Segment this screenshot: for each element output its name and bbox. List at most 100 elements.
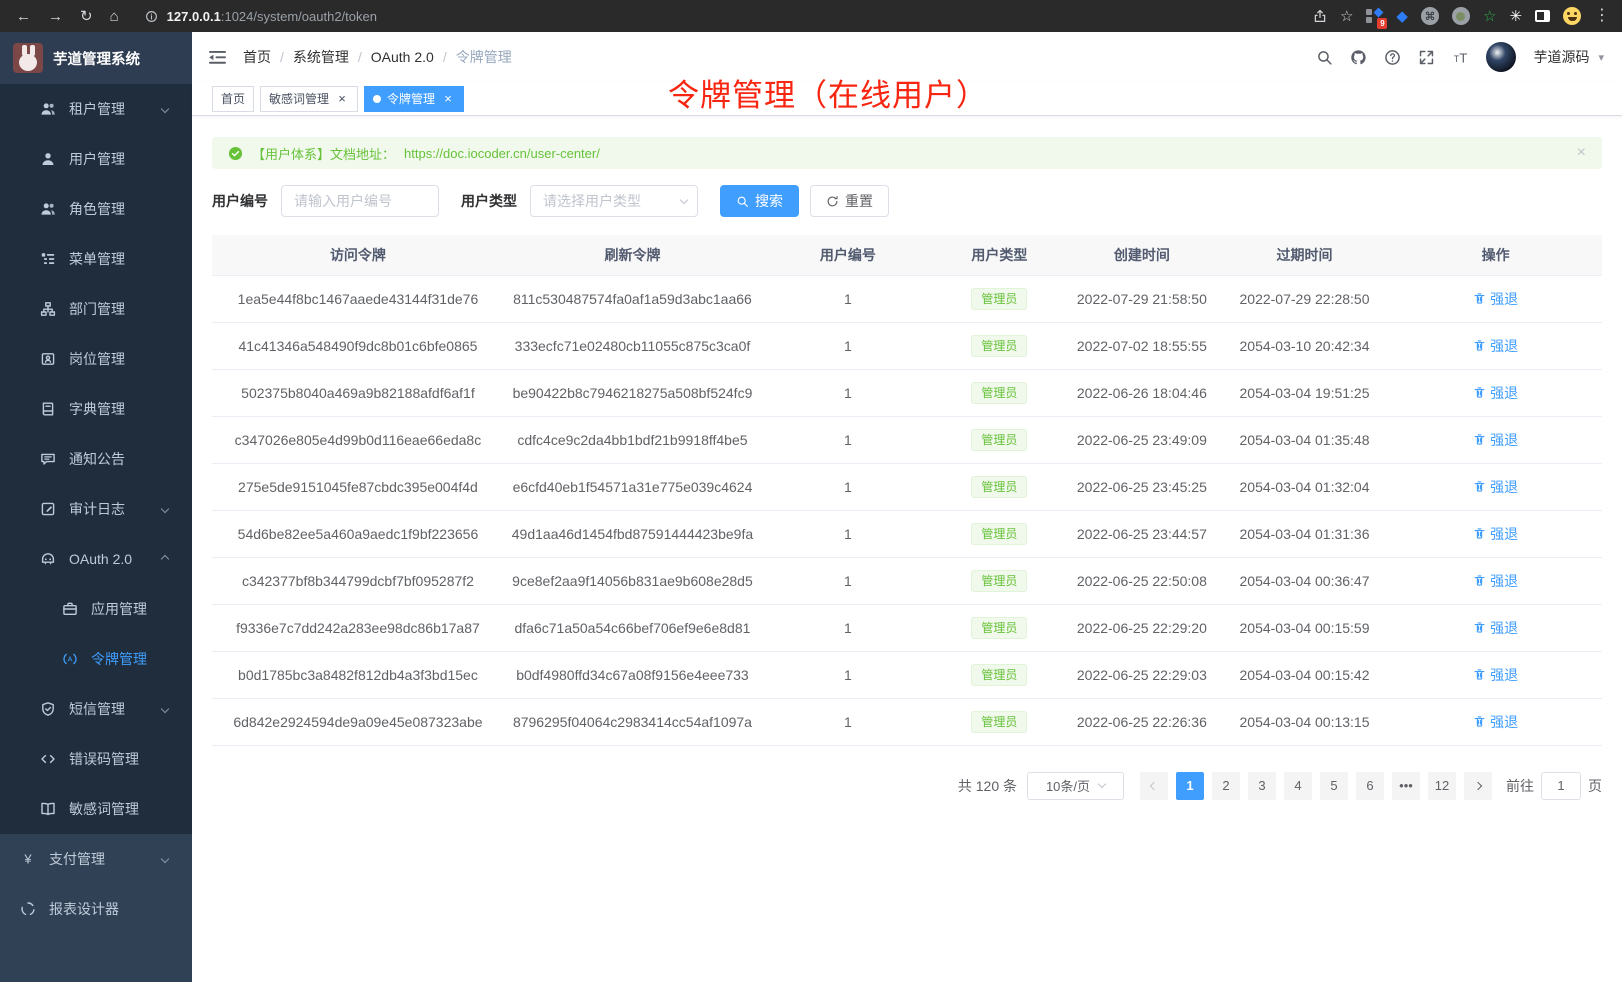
app-logo[interactable]: 芋道管理系统 xyxy=(0,32,192,84)
user-type-placeholder: 请选择用户类型 xyxy=(543,191,641,211)
sidebar-item-user[interactable]: 用户管理 xyxy=(0,134,192,184)
sidebar-item-tenant[interactable]: 租户管理 xyxy=(0,84,192,134)
close-icon[interactable]: × xyxy=(335,92,349,106)
pinwheel-icon[interactable]: ✳ xyxy=(1509,9,1522,24)
sidebar-collapse-icon[interactable] xyxy=(208,49,227,66)
close-icon[interactable]: × xyxy=(441,92,455,106)
user-type-tag: 管理员 xyxy=(971,288,1027,310)
breadcrumb-item[interactable]: OAuth 2.0 xyxy=(371,49,434,65)
refresh-token-cell: b0df4980ffd34c67a08f9156e4eee733 xyxy=(504,651,761,698)
breadcrumb-item: 令牌管理 xyxy=(456,47,512,67)
emoji-icon[interactable] xyxy=(1563,7,1581,25)
role-icon xyxy=(40,201,56,217)
sidebar-item-pay[interactable]: ¥ 支付管理 xyxy=(0,834,192,884)
next-page-button[interactable] xyxy=(1464,772,1492,800)
green-star-icon[interactable]: ☆ xyxy=(1483,9,1496,24)
share-icon[interactable] xyxy=(1313,8,1327,24)
sidebar-item-app[interactable]: 应用管理 xyxy=(0,584,192,634)
goto-page-input[interactable] xyxy=(1541,772,1581,800)
force-logout-button[interactable]: 强退 xyxy=(1473,524,1518,544)
force-logout-button[interactable]: 强退 xyxy=(1473,289,1518,309)
star-icon[interactable]: ☆ xyxy=(1340,9,1353,24)
record-icon[interactable] xyxy=(1452,7,1470,25)
prev-page-button[interactable] xyxy=(1140,772,1168,800)
sidebar-item-dept[interactable]: 部门管理 xyxy=(0,284,192,334)
page-button-5[interactable]: 5 xyxy=(1320,772,1348,800)
page-button-4[interactable]: 4 xyxy=(1284,772,1312,800)
info-icon[interactable] xyxy=(145,10,158,23)
tab-令牌管理[interactable]: 令牌管理× xyxy=(364,86,464,112)
url-text[interactable]: 127.0.0.1:1024/system/oauth2/token xyxy=(167,9,377,24)
page-button-6[interactable]: 6 xyxy=(1356,772,1384,800)
address-bar[interactable]: 127.0.0.1:1024/system/oauth2/token xyxy=(145,9,1313,24)
breadcrumb-item[interactable]: 系统管理 xyxy=(293,47,349,67)
sidebar-item-errcode[interactable]: 错误码管理 xyxy=(0,734,192,784)
tab-敏感词管理[interactable]: 敏感词管理× xyxy=(260,86,358,112)
user-id-label: 用户编号 xyxy=(212,191,268,211)
table-row: b0d1785bc3a8482f812db4a3f3bd15ec b0df498… xyxy=(212,651,1602,698)
force-logout-button[interactable]: 强退 xyxy=(1473,336,1518,356)
force-logout-button[interactable]: 强退 xyxy=(1473,665,1518,685)
sidebar-item-token[interactable]: A 令牌管理 xyxy=(0,634,192,684)
search-icon[interactable] xyxy=(1316,49,1333,66)
forward-icon[interactable]: → xyxy=(48,9,63,24)
fullscreen-icon[interactable] xyxy=(1418,49,1435,66)
page-button-12[interactable]: 12 xyxy=(1428,772,1456,800)
force-logout-button[interactable]: 强退 xyxy=(1473,618,1518,638)
breadcrumb-item[interactable]: 首页 xyxy=(243,47,271,67)
doc-alert: 【用户体系】文档地址： https://doc.iocoder.cn/user-… xyxy=(212,137,1602,169)
table-row: c347026e805e4d99b0d116eae66eda8c cdfc4ce… xyxy=(212,416,1602,463)
sidebar-item-role[interactable]: 角色管理 xyxy=(0,184,192,234)
user-id-cell: 1 xyxy=(761,651,935,698)
split-icon[interactable] xyxy=(1535,10,1550,22)
column-header: 操作 xyxy=(1389,235,1602,275)
github-icon[interactable] xyxy=(1350,49,1367,66)
sidebar-item-label: 用户管理 xyxy=(69,149,125,169)
fontsize-icon[interactable]: TT xyxy=(1452,49,1469,66)
sidebar-item-oauth[interactable]: OAuth 2.0 xyxy=(0,534,192,584)
command-icon[interactable]: ⌘ xyxy=(1421,7,1439,25)
sidebar-item-menu-tree[interactable]: 菜单管理 xyxy=(0,234,192,284)
username-label[interactable]: 芋道源码 xyxy=(1533,47,1589,67)
sidebar-item-post[interactable]: 岗位管理 xyxy=(0,334,192,384)
goto-page: 前往 页 xyxy=(1506,772,1602,800)
user-menu-caret-icon[interactable]: ▾ xyxy=(1598,51,1604,64)
sidebar-item-report[interactable]: 报表设计器 xyxy=(0,884,192,934)
force-logout-button[interactable]: 强退 xyxy=(1473,712,1518,732)
page-button-1[interactable]: 1 xyxy=(1176,772,1204,800)
page-button-2[interactable]: 2 xyxy=(1212,772,1240,800)
tab-首页[interactable]: 首页 xyxy=(212,86,254,112)
page-button-3[interactable]: 3 xyxy=(1248,772,1276,800)
reset-button[interactable]: 重置 xyxy=(810,185,889,217)
sidebar-item-sensitive[interactable]: 敏感词管理 xyxy=(0,784,192,834)
user-avatar[interactable] xyxy=(1486,42,1516,72)
help-icon[interactable] xyxy=(1384,49,1401,66)
force-logout-button[interactable]: 强退 xyxy=(1473,477,1518,497)
user-type-cell: 管理员 xyxy=(935,369,1064,416)
alert-close-icon[interactable]: × xyxy=(1577,145,1586,161)
create-time-cell: 2022-07-02 18:55:55 xyxy=(1064,322,1220,369)
column-header: 刷新令牌 xyxy=(504,235,761,275)
gem-icon[interactable]: ◆ xyxy=(1396,9,1408,24)
force-logout-button[interactable]: 强退 xyxy=(1473,571,1518,591)
doc-link[interactable]: https://doc.iocoder.cn/user-center/ xyxy=(404,146,600,161)
sidebar-item-dict[interactable]: 字典管理 xyxy=(0,384,192,434)
back-icon[interactable]: ← xyxy=(16,9,31,24)
reload-icon[interactable]: ↻ xyxy=(80,9,93,24)
table-row: f9336e7c7dd242a283ee98dc86b17a87 dfa6c71… xyxy=(212,604,1602,651)
user-id-input[interactable] xyxy=(281,185,439,217)
force-logout-button[interactable]: 强退 xyxy=(1473,383,1518,403)
menu-dots-icon[interactable]: ⋮ xyxy=(1594,8,1610,24)
extensions-icon[interactable]: 9 xyxy=(1366,8,1383,25)
total-count-label: 共 120 条 xyxy=(958,776,1017,796)
force-logout-button[interactable]: 强退 xyxy=(1473,430,1518,450)
page-size-select[interactable]: 10条/页 xyxy=(1027,772,1124,800)
search-button[interactable]: 搜索 xyxy=(720,185,799,217)
sidebar-item-audit[interactable]: 审计日志 xyxy=(0,484,192,534)
home-icon[interactable]: ⌂ xyxy=(110,9,119,24)
token-table-body: 1ea5e44f8bc1467aaede43144f31de76 811c530… xyxy=(212,275,1602,745)
sidebar-item-notice[interactable]: 通知公告 xyxy=(0,434,192,484)
pager-more-button[interactable]: ••• xyxy=(1392,772,1420,800)
sidebar-item-sms[interactable]: 短信管理 xyxy=(0,684,192,734)
user-type-select[interactable]: 请选择用户类型 xyxy=(530,185,698,217)
